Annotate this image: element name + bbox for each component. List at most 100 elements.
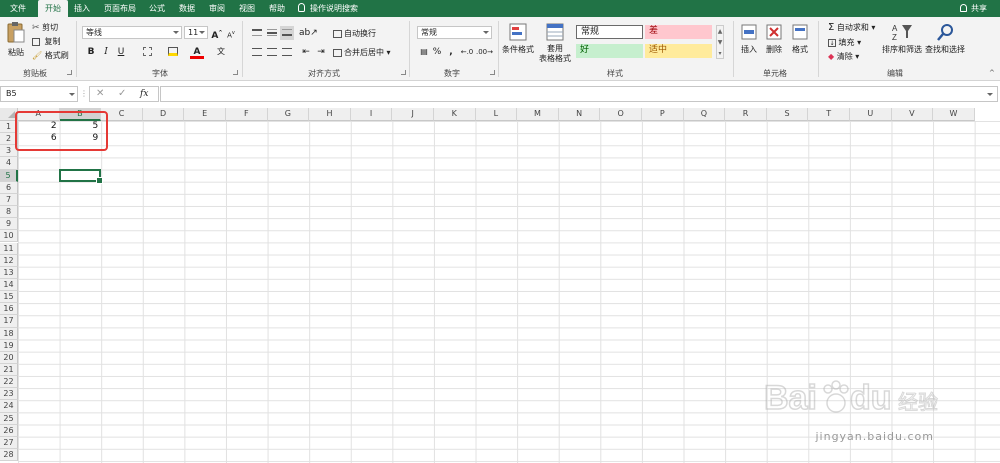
- row-header-23[interactable]: 23: [0, 388, 18, 401]
- name-box[interactable]: B5: [0, 86, 78, 102]
- row-header-10[interactable]: 10: [0, 230, 18, 243]
- format-as-table-button[interactable]: 套用 表格格式: [537, 22, 573, 64]
- cancel-icon[interactable]: ✕: [96, 88, 104, 99]
- number-format-select[interactable]: 常规: [417, 26, 492, 39]
- tab-view[interactable]: 视图: [235, 0, 259, 17]
- active-cell-b5[interactable]: [58, 168, 103, 184]
- column-header-g[interactable]: G: [267, 108, 310, 121]
- tab-file[interactable]: 文件: [4, 0, 32, 17]
- share-button[interactable]: 共享: [960, 0, 987, 17]
- column-header-j[interactable]: J: [392, 108, 434, 121]
- column-header-o[interactable]: O: [600, 108, 642, 121]
- row-header-14[interactable]: 14: [0, 278, 18, 292]
- formula-input[interactable]: [160, 86, 998, 102]
- row-header-26[interactable]: 26: [0, 424, 18, 437]
- fill-button[interactable]: ↓ 填充 ▾: [828, 37, 861, 48]
- font-color-button[interactable]: A: [190, 45, 204, 59]
- styles-gallery-scroll[interactable]: ▲ ▼ ▾: [716, 25, 724, 59]
- style-good[interactable]: 好: [576, 44, 643, 58]
- style-bad[interactable]: 差: [645, 25, 712, 39]
- percent-button[interactable]: %: [430, 45, 444, 59]
- row-header-6[interactable]: 6: [0, 181, 18, 194]
- align-right-button[interactable]: [280, 45, 294, 59]
- column-header-k[interactable]: K: [434, 108, 476, 121]
- column-header-d[interactable]: D: [142, 108, 185, 121]
- sort-filter-button[interactable]: A Z 排序和筛选: [882, 22, 922, 55]
- align-left-button[interactable]: [250, 45, 264, 59]
- column-header-s[interactable]: S: [766, 108, 809, 121]
- cut-button[interactable]: ✂ 剪切: [32, 22, 58, 33]
- fill-color-button[interactable]: [166, 45, 180, 59]
- tab-data[interactable]: 数据: [175, 0, 199, 17]
- bold-button[interactable]: B: [84, 45, 98, 59]
- column-header-m[interactable]: M: [517, 108, 559, 121]
- decrease-decimal-button[interactable]: .00→: [476, 45, 493, 59]
- underline-button[interactable]: U: [114, 45, 128, 59]
- conditional-formatting-button[interactable]: 条件格式: [501, 22, 535, 55]
- clipboard-launcher[interactable]: [67, 70, 72, 75]
- column-header-r[interactable]: R: [725, 108, 767, 121]
- collapse-ribbon-button[interactable]: ^: [989, 69, 995, 77]
- currency-button[interactable]: ▤: [417, 45, 431, 59]
- style-neutral[interactable]: 适中: [645, 44, 712, 58]
- tab-help[interactable]: 帮助: [265, 0, 289, 17]
- row-header-7[interactable]: 7: [0, 193, 18, 207]
- format-painter-button[interactable]: 🖌 格式刷: [32, 50, 69, 61]
- orientation-button[interactable]: ab↗: [299, 26, 318, 40]
- tab-home[interactable]: 开始: [38, 0, 68, 17]
- alignment-launcher[interactable]: [401, 70, 406, 75]
- wrap-text-button[interactable]: 自动换行: [333, 28, 376, 39]
- row-header-22[interactable]: 22: [0, 376, 18, 389]
- delete-cells-button[interactable]: 删除: [763, 22, 785, 55]
- font-size-select[interactable]: 11: [184, 26, 208, 39]
- row-header-17[interactable]: 17: [0, 315, 18, 328]
- paste-button[interactable]: 粘贴: [5, 21, 27, 65]
- phonetic-button[interactable]: 文: [214, 45, 228, 59]
- clear-button[interactable]: ◆ 清除 ▾: [828, 51, 859, 62]
- column-header-h[interactable]: H: [309, 108, 351, 121]
- row-header-24[interactable]: 24: [0, 400, 18, 413]
- tab-page-layout[interactable]: 页面布局: [100, 0, 140, 17]
- insert-cells-button[interactable]: 插入: [738, 22, 760, 55]
- row-header-11[interactable]: 11: [0, 242, 18, 255]
- column-header-q[interactable]: Q: [683, 108, 726, 121]
- column-header-t[interactable]: T: [808, 108, 850, 121]
- column-header-n[interactable]: N: [558, 108, 601, 121]
- enter-icon[interactable]: ✓: [118, 88, 126, 99]
- borders-button[interactable]: [140, 45, 154, 59]
- tell-me-search[interactable]: 操作说明搜索: [298, 0, 358, 17]
- align-middle-button[interactable]: [265, 26, 279, 40]
- italic-button[interactable]: I: [99, 45, 113, 59]
- row-header-9[interactable]: 9: [0, 218, 18, 231]
- copy-button[interactable]: 复制: [32, 36, 61, 47]
- row-header-19[interactable]: 19: [0, 339, 18, 352]
- align-center-button[interactable]: [265, 45, 279, 59]
- number-launcher[interactable]: [490, 70, 495, 75]
- row-header-12[interactable]: 12: [0, 254, 18, 267]
- font-launcher[interactable]: [233, 70, 238, 75]
- align-bottom-button[interactable]: [280, 26, 294, 40]
- row-header-20[interactable]: 20: [0, 351, 18, 364]
- row-header-8[interactable]: 8: [0, 206, 18, 219]
- row-header-5[interactable]: 5: [0, 169, 18, 182]
- decrease-indent-button[interactable]: ⇤: [299, 45, 313, 59]
- insert-function-icon[interactable]: fx: [140, 89, 148, 99]
- find-select-button[interactable]: 查找和选择: [924, 22, 966, 55]
- decrease-font-size-button[interactable]: Av: [224, 26, 238, 40]
- column-header-v[interactable]: V: [891, 108, 934, 121]
- row-header-28[interactable]: 28: [0, 449, 18, 462]
- column-header-p[interactable]: P: [642, 108, 684, 121]
- row-header-4[interactable]: 4: [0, 157, 18, 170]
- font-name-select[interactable]: 等线: [82, 26, 182, 39]
- increase-font-size-button[interactable]: A^: [210, 26, 224, 41]
- tab-insert[interactable]: 插入: [70, 0, 94, 17]
- row-header-18[interactable]: 18: [0, 327, 18, 340]
- row-header-21[interactable]: 21: [0, 364, 18, 377]
- comma-style-button[interactable]: ,: [444, 45, 458, 59]
- format-cells-button[interactable]: 格式: [789, 22, 811, 55]
- style-normal[interactable]: 常规: [576, 25, 643, 39]
- row-header-25[interactable]: 25: [0, 412, 18, 425]
- row-header-27[interactable]: 27: [0, 436, 18, 450]
- column-header-u[interactable]: U: [850, 108, 892, 121]
- autosum-button[interactable]: Σ 自动求和 ▾: [828, 22, 875, 33]
